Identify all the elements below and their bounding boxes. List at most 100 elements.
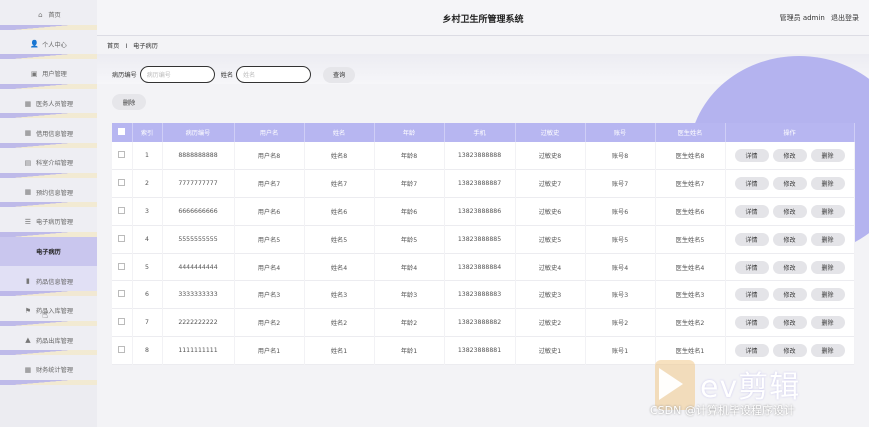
delete-button[interactable]: 删除 bbox=[810, 149, 845, 163]
record-no-input[interactable]: 病历编号 bbox=[139, 66, 215, 83]
row-select-cell[interactable] bbox=[112, 225, 133, 254]
delete-button[interactable]: 删除 bbox=[810, 316, 845, 330]
column-header: 账号 bbox=[585, 123, 656, 142]
menu-icon: ▣ bbox=[30, 69, 38, 78]
table-cell: 年龄5 bbox=[374, 225, 445, 254]
row-actions: 详情 修改 删除 bbox=[725, 253, 855, 281]
table-cell: 13823888886 bbox=[444, 197, 516, 226]
row-checkbox[interactable] bbox=[118, 345, 126, 353]
edit-button[interactable]: 修改 bbox=[772, 177, 807, 191]
select-all-header[interactable] bbox=[112, 123, 133, 142]
sidebar-item-label: 电子病历管理 bbox=[35, 219, 74, 227]
sidebar-item-label: 药品信息管理 bbox=[35, 278, 74, 286]
row-select-cell[interactable] bbox=[112, 142, 133, 170]
row-checkbox[interactable] bbox=[118, 290, 126, 298]
app-title: 乡村卫生所管理系统 bbox=[442, 15, 524, 25]
row-checkbox[interactable] bbox=[118, 179, 126, 187]
delete-button[interactable]: 删除 bbox=[810, 260, 845, 274]
row-select-cell[interactable] bbox=[112, 280, 133, 309]
table-cell: 8 bbox=[132, 336, 163, 365]
sidebar-item-label: 首页 bbox=[48, 12, 61, 20]
edit-button[interactable]: 修改 bbox=[772, 288, 807, 302]
sidebar-item[interactable]: ☰ 电子病历管理 bbox=[0, 207, 97, 237]
delete-button[interactable]: 删除 bbox=[810, 232, 845, 246]
bulk-delete-button[interactable]: 删除 bbox=[112, 94, 146, 110]
detail-button[interactable]: 详情 bbox=[734, 288, 769, 302]
edit-button[interactable]: 修改 bbox=[772, 149, 807, 163]
row-checkbox[interactable] bbox=[118, 151, 126, 159]
edit-button[interactable]: 修改 bbox=[772, 204, 807, 218]
table-cell: 13823888885 bbox=[444, 225, 516, 254]
table-cell: 年龄4 bbox=[374, 253, 445, 281]
delete-button[interactable]: 删除 bbox=[810, 177, 845, 191]
sidebar-item[interactable]: ▦ 预约信息管理 bbox=[0, 177, 97, 208]
sidebar-subitem-emr[interactable]: 电子病历 bbox=[0, 236, 97, 267]
table-cell: 年龄2 bbox=[374, 308, 445, 337]
sidebar-item[interactable]: ▤ 科室介绍管理 bbox=[0, 147, 97, 178]
search-button[interactable]: 查询 bbox=[323, 66, 356, 83]
table-cell: 过敏史6 bbox=[515, 197, 586, 226]
row-select-cell[interactable] bbox=[112, 169, 133, 198]
detail-button[interactable]: 详情 bbox=[734, 204, 769, 218]
menu-icon: ▲ bbox=[25, 336, 31, 345]
row-actions: 详情 修改 删除 bbox=[725, 142, 855, 170]
row-select-cell[interactable] bbox=[112, 253, 133, 281]
edit-button[interactable]: 修改 bbox=[772, 232, 807, 246]
column-header: 过敏史 bbox=[515, 123, 586, 142]
column-header: 用户名 bbox=[234, 123, 305, 142]
sidebar-item[interactable]: ▦ 借用信息管理 bbox=[0, 118, 97, 148]
sidebar-item[interactable]: ▣ 用户管理 bbox=[0, 59, 97, 89]
detail-button[interactable]: 详情 bbox=[734, 316, 769, 330]
detail-button[interactable]: 详情 bbox=[734, 232, 769, 246]
menu-icon: ▮ bbox=[26, 277, 30, 286]
table-cell: 6 bbox=[132, 280, 163, 309]
sidebar-item[interactable]: ⌂ 首页 bbox=[0, 0, 97, 30]
table-row: 5 4444444444 用户名4 姓名4 年龄4 13823888884 过敏史4 账号4 医… bbox=[112, 253, 855, 281]
row-checkbox[interactable] bbox=[118, 318, 126, 326]
edit-button[interactable]: 修改 bbox=[772, 260, 807, 274]
row-checkbox[interactable] bbox=[118, 206, 126, 214]
breadcrumb-separator: I bbox=[125, 43, 128, 50]
menu-icon: 👤 bbox=[30, 40, 39, 49]
detail-button[interactable]: 详情 bbox=[734, 260, 769, 274]
detail-button[interactable]: 详情 bbox=[734, 177, 769, 191]
name-input[interactable]: 姓名 bbox=[236, 66, 312, 83]
sidebar-item[interactable]: ▦ 财务统计管理 bbox=[0, 355, 97, 385]
edit-button[interactable]: 修改 bbox=[772, 316, 807, 330]
table-cell: 年龄3 bbox=[374, 280, 445, 309]
detail-button[interactable]: 详情 bbox=[734, 149, 769, 163]
table-cell: 过敏史8 bbox=[515, 142, 586, 170]
table-row: 4 5555555555 用户名5 姓名5 年龄5 13823888885 过敏史5 账号5 医… bbox=[112, 225, 855, 254]
delete-button[interactable]: 删除 bbox=[810, 204, 845, 218]
row-select-cell[interactable] bbox=[112, 308, 133, 337]
edit-button[interactable]: 修改 bbox=[772, 343, 807, 357]
table-cell: 医生姓名4 bbox=[655, 253, 726, 281]
record-no-label: 病历编号 bbox=[112, 72, 137, 79]
table-cell: 13823888882 bbox=[444, 308, 516, 337]
breadcrumb-home[interactable]: 首页 bbox=[107, 43, 119, 50]
sidebar-item[interactable]: ▦ 医务人员管理 bbox=[0, 88, 97, 119]
delete-button[interactable]: 删除 bbox=[810, 343, 845, 357]
column-header: 医生姓名 bbox=[655, 123, 726, 142]
row-checkbox[interactable] bbox=[118, 234, 126, 242]
table-cell: 账号4 bbox=[585, 253, 656, 281]
sidebar-item[interactable]: ⚑ 药品入库管理 bbox=[0, 295, 97, 326]
table-cell: 1 bbox=[132, 142, 163, 170]
row-select-cell[interactable] bbox=[112, 336, 133, 365]
table-cell: 13823888888 bbox=[444, 142, 516, 170]
select-all-checkbox[interactable] bbox=[118, 128, 126, 135]
sidebar-item[interactable]: ▲ 药品出库管理 bbox=[0, 325, 97, 356]
play-icon bbox=[659, 368, 683, 400]
detail-button[interactable]: 详情 bbox=[734, 343, 769, 357]
table-cell: 姓名4 bbox=[304, 253, 375, 281]
sidebar-item[interactable]: ▮ 药品信息管理 bbox=[0, 266, 97, 296]
row-select-cell[interactable] bbox=[112, 197, 133, 226]
delete-button[interactable]: 删除 bbox=[810, 288, 845, 302]
sidebar-item[interactable]: 👤 个人中心 bbox=[0, 29, 97, 60]
menu-icon: ⚑ bbox=[24, 306, 32, 315]
table-cell: 医生姓名7 bbox=[655, 169, 726, 198]
table-row: 2 7777777777 用户名7 姓名7 年龄7 13823888887 过敏史7 账号7 医… bbox=[112, 169, 855, 198]
row-checkbox[interactable] bbox=[118, 262, 126, 270]
logout-link[interactable]: 退出登录 bbox=[831, 14, 859, 22]
watermark: CSDN @计算机毕设程序设计 bbox=[650, 404, 795, 417]
